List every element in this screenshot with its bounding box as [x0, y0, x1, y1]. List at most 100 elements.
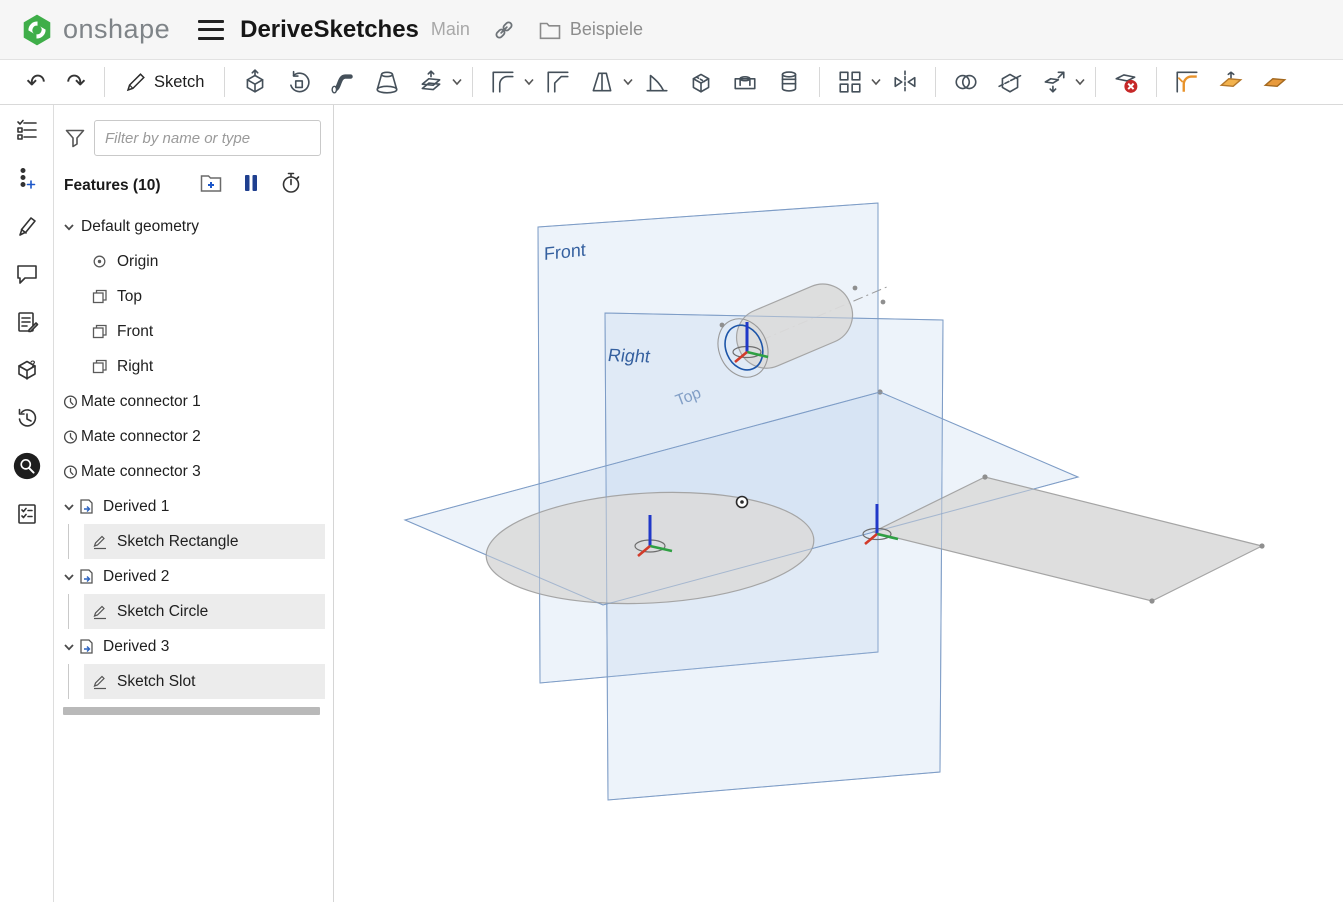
folder-name[interactable]: Beispiele: [570, 19, 643, 40]
undo-button[interactable]: ↶: [16, 65, 56, 99]
chevron-down-icon[interactable]: [54, 501, 78, 513]
tree-item-mate-connector-1[interactable]: Mate connector 1: [54, 384, 333, 419]
workspace-label[interactable]: Main: [431, 19, 470, 40]
mate-connector-icon: [54, 394, 78, 410]
search-icon[interactable]: [13, 452, 41, 480]
toolbar-divider: [1156, 67, 1158, 97]
history-icon[interactable]: [13, 405, 41, 431]
feature-tree: Default geometry Origin Top Front Right …: [54, 209, 333, 717]
learning-center-icon[interactable]: ?: [13, 357, 41, 383]
tree-item-front-plane[interactable]: Front: [54, 314, 333, 349]
rectangle-vertex-dot: [1149, 598, 1155, 604]
plane-icon: [92, 359, 114, 374]
pattern-dropdown-icon[interactable]: [868, 65, 883, 99]
thicken-dropdown-icon[interactable]: [449, 65, 464, 99]
toolbar-divider: [472, 67, 474, 97]
linear-pattern-button[interactable]: [828, 65, 872, 99]
sketch-button-label: Sketch: [154, 72, 205, 91]
tree-item-derived-1[interactable]: Derived 1: [54, 489, 333, 524]
tree-item-derived-3[interactable]: Derived 3: [54, 629, 333, 664]
transform-dropdown-icon[interactable]: [1072, 65, 1087, 99]
sweep-button[interactable]: [321, 65, 365, 99]
feature-toolbar: ↶ ↷ Sketch: [0, 60, 1343, 105]
right-plane-label: Right: [606, 345, 651, 366]
draft-dropdown-icon[interactable]: [620, 65, 635, 99]
mate-connector-icon: [54, 429, 78, 445]
main-menu-icon[interactable]: [198, 19, 225, 40]
tree-item-right-plane[interactable]: Right: [54, 349, 333, 384]
comments-icon[interactable]: [13, 261, 41, 287]
loft-button[interactable]: [365, 65, 409, 99]
notes-icon[interactable]: [13, 309, 41, 335]
tree-item-sketch-circle[interactable]: Sketch Circle: [68, 594, 325, 629]
tree-item-mate-connector-2[interactable]: Mate connector 2: [54, 419, 333, 454]
tree-item-derived-2[interactable]: Derived 2: [54, 559, 333, 594]
onshape-logo-icon[interactable]: [20, 13, 54, 47]
hole-button[interactable]: [723, 65, 767, 99]
derived-icon: [78, 638, 100, 655]
action-items-icon[interactable]: [13, 501, 41, 527]
extrude-button[interactable]: [233, 65, 277, 99]
markup-icon[interactable]: [13, 213, 41, 239]
move-face-button[interactable]: [1209, 65, 1253, 99]
chevron-down-icon[interactable]: [54, 641, 78, 653]
derived-icon: [78, 498, 100, 515]
mirror-button[interactable]: [883, 65, 927, 99]
plane-icon: [92, 324, 114, 339]
origin-marker[interactable]: [735, 495, 749, 509]
left-rail: ?: [0, 105, 54, 902]
sketch-icon: [92, 604, 114, 620]
clipped-toolbar-button[interactable]: [1253, 65, 1297, 99]
pause-icon[interactable]: [243, 173, 259, 198]
tree-item-top-plane[interactable]: Top: [54, 279, 333, 314]
thread-button[interactable]: [767, 65, 811, 99]
configurations-icon[interactable]: [13, 165, 41, 191]
split-button[interactable]: [988, 65, 1032, 99]
chevron-down-icon[interactable]: [54, 221, 78, 233]
share-link-icon[interactable]: [492, 18, 516, 42]
slot-vertex-dot: [852, 285, 858, 291]
mate-connector-icon: [54, 464, 78, 480]
tree-item-sketch-slot[interactable]: Sketch Slot: [68, 664, 325, 699]
fillet-button[interactable]: [481, 65, 525, 99]
transform-button[interactable]: [1032, 65, 1076, 99]
shell-button[interactable]: [679, 65, 723, 99]
modify-fillet-button[interactable]: [1165, 65, 1209, 99]
draft-button[interactable]: [580, 65, 624, 99]
feature-panel-hscrollbar[interactable]: [63, 707, 320, 715]
tree-item-default-geometry[interactable]: Default geometry: [54, 209, 333, 244]
tree-item-mate-connector-3[interactable]: Mate connector 3: [54, 454, 333, 489]
onshape-wordmark: onshape: [63, 14, 171, 44]
add-folder-icon[interactable]: [200, 173, 222, 198]
chevron-down-icon[interactable]: [54, 571, 78, 583]
rectangle-vertex-dot: [982, 474, 988, 480]
derived-icon: [78, 568, 100, 585]
filter-input[interactable]: [94, 120, 321, 156]
delete-part-button[interactable]: [1104, 65, 1148, 99]
slot-vertex-dot: [719, 322, 725, 328]
feature-list-icon[interactable]: [13, 117, 41, 143]
rib-button[interactable]: [635, 65, 679, 99]
chamfer-button[interactable]: [536, 65, 580, 99]
sketch-button[interactable]: Sketch: [113, 65, 216, 99]
tree-item-origin[interactable]: Origin: [54, 244, 333, 279]
stopwatch-icon[interactable]: [280, 172, 302, 199]
origin-icon: [92, 254, 114, 269]
filter-icon[interactable]: [64, 127, 86, 149]
tree-item-sketch-rectangle[interactable]: Sketch Rectangle: [68, 524, 325, 559]
viewport-3d[interactable]: Front Right Top: [334, 105, 1343, 902]
slot-vertex-dot: [880, 299, 886, 305]
redo-button[interactable]: ↷: [56, 65, 96, 99]
plane-icon: [92, 289, 114, 304]
folder-icon[interactable]: [538, 19, 562, 41]
app-header: onshape DeriveSketches Main Beispiele: [0, 0, 1343, 60]
fillet-dropdown-icon[interactable]: [521, 65, 536, 99]
revolve-button[interactable]: [277, 65, 321, 99]
feature-tree-panel: Features (10) Default geometry: [54, 105, 334, 902]
toolbar-divider: [224, 67, 226, 97]
toolbar-divider: [819, 67, 821, 97]
boolean-button[interactable]: [944, 65, 988, 99]
thicken-button[interactable]: [409, 65, 453, 99]
features-header: Features (10): [64, 176, 161, 194]
toolbar-divider: [104, 67, 105, 97]
